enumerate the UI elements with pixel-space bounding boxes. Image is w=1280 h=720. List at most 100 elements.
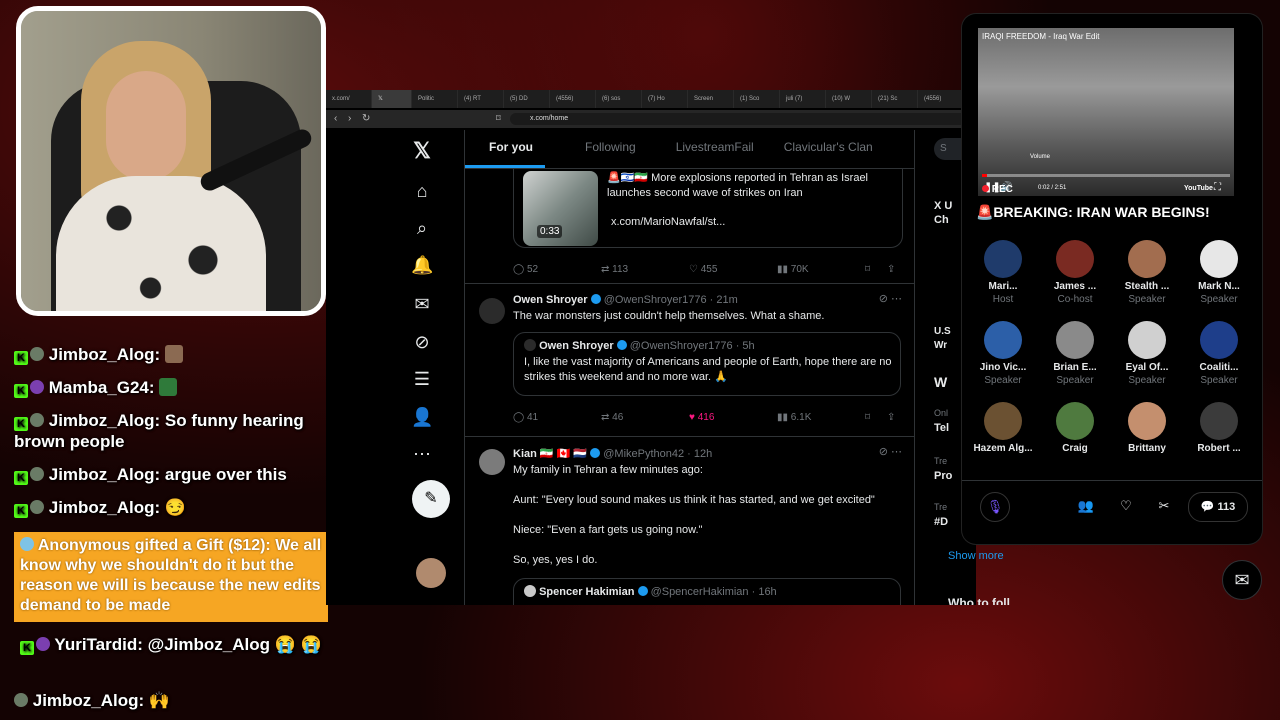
repost-button[interactable]: ⇄ 113 xyxy=(601,264,689,275)
more-icon[interactable]: ⋯ xyxy=(411,443,433,465)
tab-for-you[interactable]: For you xyxy=(465,130,545,168)
trend-item[interactable]: Tel xyxy=(934,422,949,434)
tab-livestreamfail[interactable]: LivestreamFail xyxy=(648,130,766,168)
author-name[interactable]: Kian 🇮🇷 🇨🇦 🇳🇱 xyxy=(513,448,587,460)
clip-icon[interactable]: ✂ xyxy=(1150,492,1178,520)
heart-react-icon[interactable]: ♡ xyxy=(1112,492,1140,520)
sub-badge-icon xyxy=(30,413,44,427)
post-text-line: So, yes, yes I do. xyxy=(513,554,598,566)
speaker-tile[interactable]: Craig xyxy=(1040,402,1110,454)
microphone-icon[interactable]: 🎙 xyxy=(980,492,1010,522)
author-avatar[interactable] xyxy=(479,298,505,324)
video-progress-track[interactable] xyxy=(982,174,1230,177)
browser-tab[interactable]: (7) Ho xyxy=(642,90,688,108)
speaker-tile[interactable]: Hazem Alg... xyxy=(968,402,1038,454)
trend-item[interactable]: U.S xyxy=(934,326,951,337)
video-thumbnail[interactable]: 0:33 xyxy=(523,171,598,246)
author-handle[interactable]: @OwenShroyer1776 · 21m xyxy=(604,294,738,306)
author-name[interactable]: Owen Shroyer xyxy=(513,294,588,306)
post-3[interactable]: Kian 🇮🇷 🇨🇦 🇳🇱 @MikePython42 · 12h ⊘ ⋯ My… xyxy=(465,437,914,605)
trend-item[interactable]: Pro xyxy=(934,470,952,482)
author-avatar[interactable] xyxy=(479,449,505,475)
quote-link[interactable]: x.com/MarioNawfal/st... xyxy=(611,216,725,228)
speaker-tile[interactable]: Jino Vic... Speaker xyxy=(968,321,1038,386)
chat-username: Jimboz_Alog: xyxy=(48,411,161,430)
comments-button[interactable]: 💬 113 xyxy=(1188,492,1248,522)
bookmark-icon[interactable]: ⌑ xyxy=(865,412,887,423)
bookmark-icon[interactable]: ⌑ xyxy=(865,264,887,275)
video-player[interactable]: IRAQI FREEDOM - Iraq War Edit Volume ❚❚ … xyxy=(978,28,1234,196)
browser-tab[interactable]: (21) Sc xyxy=(872,90,918,108)
bookmark-icon[interactable]: ⌑ xyxy=(496,113,501,124)
browser-tab[interactable]: (6) sos xyxy=(596,90,642,108)
share-icon[interactable]: ⇪ xyxy=(887,412,895,423)
browser-tab-active[interactable]: 𝕏 xyxy=(372,90,412,108)
tab-following[interactable]: Following xyxy=(545,130,648,168)
speaker-tile[interactable]: James ... Co-host xyxy=(1040,240,1110,305)
speaker-tile[interactable]: Robert ... xyxy=(1184,402,1254,454)
quote-avatar xyxy=(524,339,536,351)
quote-card[interactable]: Spencer Hakimian @SpencerHakimian · 16h xyxy=(513,578,901,605)
browser-tab[interactable]: (4556) xyxy=(918,90,964,108)
lists-icon[interactable]: ☰ xyxy=(411,368,433,390)
reply-button[interactable]: ◯ 52 xyxy=(513,264,601,275)
browser-tab[interactable]: (1) Sco xyxy=(734,90,780,108)
chat-username: YuriTardid: xyxy=(54,635,143,654)
speaker-tile[interactable]: Mari... Host xyxy=(968,240,1038,305)
fullscreen-icon[interactable]: ⛶ xyxy=(1214,182,1221,193)
speaker-tile[interactable]: Brian E... Speaker xyxy=(1040,321,1110,386)
trend-item[interactable]: X U xyxy=(934,200,952,212)
trend-item[interactable]: Ch xyxy=(934,214,949,226)
profile-icon[interactable]: 👤 xyxy=(411,406,433,428)
browser-tab[interactable]: juli (7) xyxy=(780,90,826,108)
x-logo-icon[interactable]: 𝕏 xyxy=(411,140,433,162)
post-header: Kian 🇮🇷 🇨🇦 🇳🇱 @MikePython42 · 12h xyxy=(513,447,712,460)
speaker-name: James ... xyxy=(1053,281,1097,292)
post-2[interactable]: Owen Shroyer @OwenShroyer1776 · 21m ⊘ ⋯ … xyxy=(465,284,914,437)
browser-tab[interactable]: (5) DD xyxy=(504,90,550,108)
reload-icon[interactable]: ↻ xyxy=(362,113,370,124)
browser-tab[interactable]: (4556) xyxy=(550,90,596,108)
speaker-avatar xyxy=(1056,240,1094,278)
grok-icon[interactable]: ⊘ xyxy=(411,331,433,353)
forward-arrow-icon[interactable]: › xyxy=(348,113,351,124)
post-button[interactable]: ✎ xyxy=(412,480,450,518)
views-button[interactable]: ▮▮ 70K xyxy=(777,264,865,275)
browser-tab[interactable]: Screen xyxy=(688,90,734,108)
author-handle[interactable]: @MikePython42 · 12h xyxy=(603,448,712,460)
speaker-role: Speaker xyxy=(1200,294,1238,305)
like-count: 455 xyxy=(700,264,718,275)
more-options-icon[interactable]: ⊘ ⋯ xyxy=(879,445,902,458)
tab-clavicular-clan[interactable]: Clavicular's Clan xyxy=(766,130,885,168)
account-avatar[interactable] xyxy=(416,558,446,588)
messages-drawer-icon[interactable]: ✉ xyxy=(1222,560,1262,600)
quote-card[interactable]: Owen Shroyer @OwenShroyer1776 · 5h I, li… xyxy=(513,332,901,396)
people-icon[interactable]: 👥 xyxy=(1072,492,1100,520)
post-1[interactable]: 0:33 🚨🇮🇱🇮🇷 More explosions reported in T… xyxy=(465,169,914,284)
like-button[interactable]: ♡ 455 xyxy=(689,264,777,275)
speaker-tile[interactable]: Coaliti... Speaker xyxy=(1184,321,1254,386)
browser-tab[interactable]: Politic xyxy=(412,90,458,108)
trend-item[interactable]: Wr xyxy=(934,340,947,351)
speaker-tile[interactable]: Eyal Of... Speaker xyxy=(1112,321,1182,386)
show-more-link[interactable]: Show more xyxy=(948,550,1004,562)
repost-button[interactable]: ⇄ 46 xyxy=(601,412,689,423)
share-icon[interactable]: ⇪ xyxy=(887,264,895,275)
messages-icon[interactable]: ✉ xyxy=(411,293,433,315)
speaker-tile[interactable]: Brittany xyxy=(1112,402,1182,454)
url-field[interactable]: x.com/home xyxy=(510,113,970,125)
like-button[interactable]: ♥ 416 xyxy=(689,412,777,423)
views-button[interactable]: ▮▮ 6.1K xyxy=(777,412,865,423)
browser-tab[interactable]: (4) RT xyxy=(458,90,504,108)
search-icon[interactable]: ⌕ xyxy=(411,217,433,239)
home-icon[interactable]: ⌂ xyxy=(411,180,433,202)
speaker-tile[interactable]: Stealth ... Speaker xyxy=(1112,240,1182,305)
trend-item[interactable]: #D xyxy=(934,516,948,528)
more-options-icon[interactable]: ⊘ ⋯ xyxy=(879,292,902,305)
notifications-bell-icon[interactable]: 🔔 xyxy=(411,254,433,276)
reply-button[interactable]: ◯ 41 xyxy=(513,412,601,423)
back-arrow-icon[interactable]: ‹ xyxy=(334,113,337,124)
browser-tab[interactable]: (10) W xyxy=(826,90,872,108)
speaker-tile[interactable]: Mark N... Speaker xyxy=(1184,240,1254,305)
browser-tab[interactable]: x.com/ xyxy=(326,90,372,108)
